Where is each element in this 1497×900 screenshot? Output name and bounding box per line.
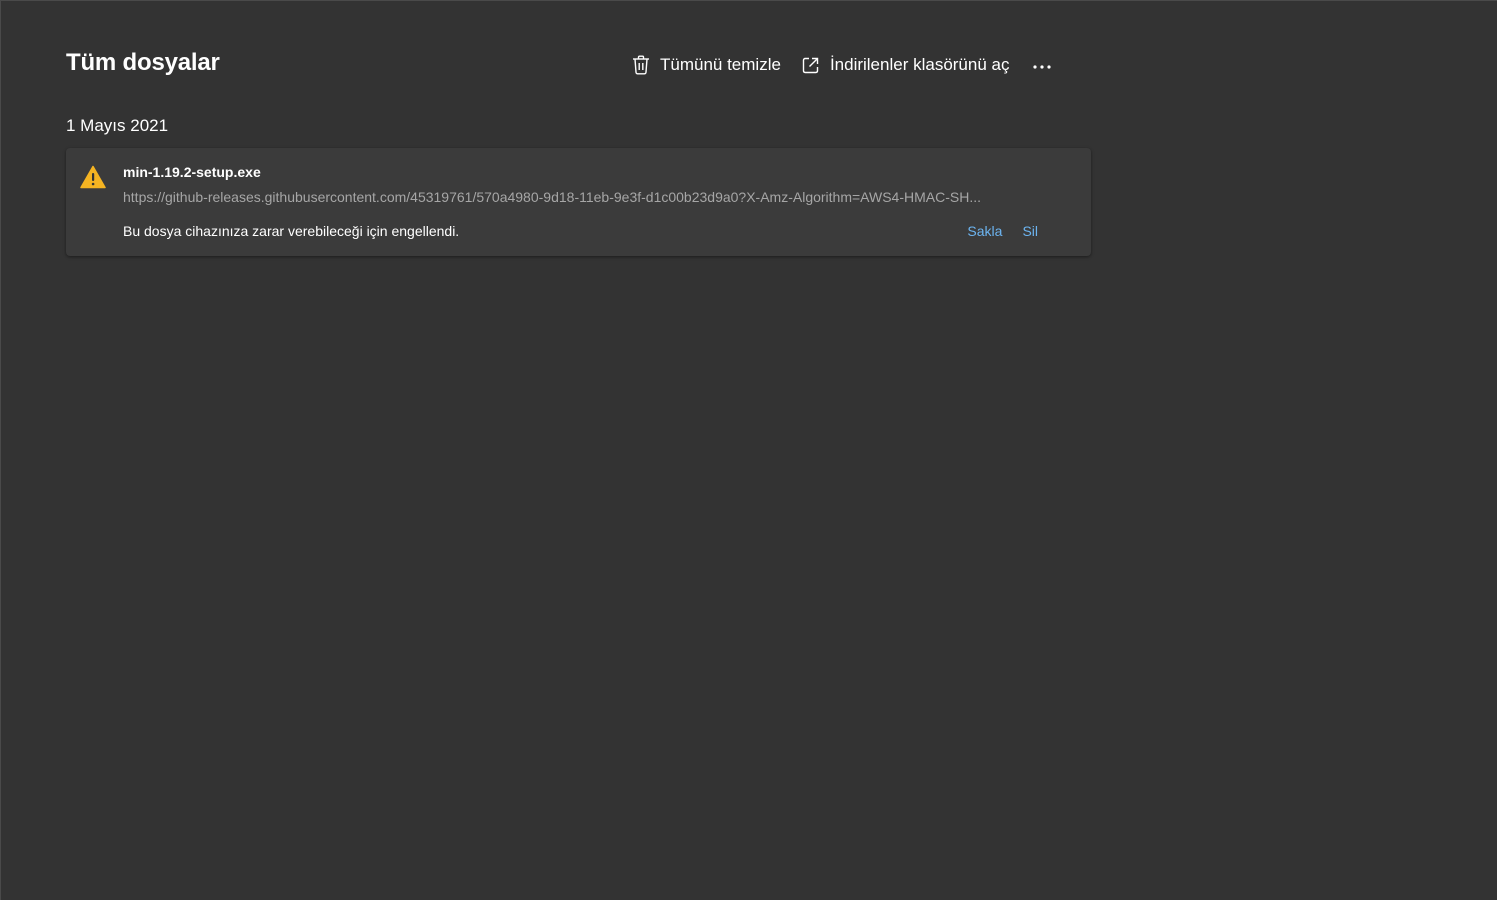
- open-external-icon: [801, 55, 821, 75]
- download-source-url: https://github-releases.githubuserconten…: [123, 189, 981, 205]
- trash-icon: [631, 55, 651, 75]
- download-actions: Sakla Sil: [967, 222, 1038, 240]
- download-file-name[interactable]: min-1.19.2-setup.exe: [123, 163, 261, 181]
- warning-icon: [80, 165, 106, 189]
- keep-button[interactable]: Sakla: [967, 222, 1002, 240]
- downloads-toolbar: Tümünü temizle İndirilenler klasörünü aç: [621, 49, 1057, 81]
- download-item: min-1.19.2-setup.exe https://github-rele…: [66, 148, 1091, 256]
- download-status-message: Bu dosya cihazınıza zarar verebileceği i…: [123, 223, 460, 239]
- clear-all-label: Tümünü temizle: [660, 55, 781, 74]
- open-downloads-folder-button[interactable]: İndirilenler klasörünü aç: [791, 49, 1020, 81]
- more-horizontal-icon: [1033, 56, 1052, 74]
- downloads-page: Tüm dosyalar Tümünü temizle İndirilenler…: [0, 0, 1497, 900]
- page-title: Tüm dosyalar: [66, 49, 220, 76]
- delete-button[interactable]: Sil: [1022, 222, 1038, 240]
- date-group-heading: 1 Mayıs 2021: [66, 116, 169, 135]
- clear-all-button[interactable]: Tümünü temizle: [621, 49, 791, 81]
- open-downloads-folder-label: İndirilenler klasörünü aç: [829, 55, 1010, 74]
- more-options-button[interactable]: [1027, 49, 1057, 81]
